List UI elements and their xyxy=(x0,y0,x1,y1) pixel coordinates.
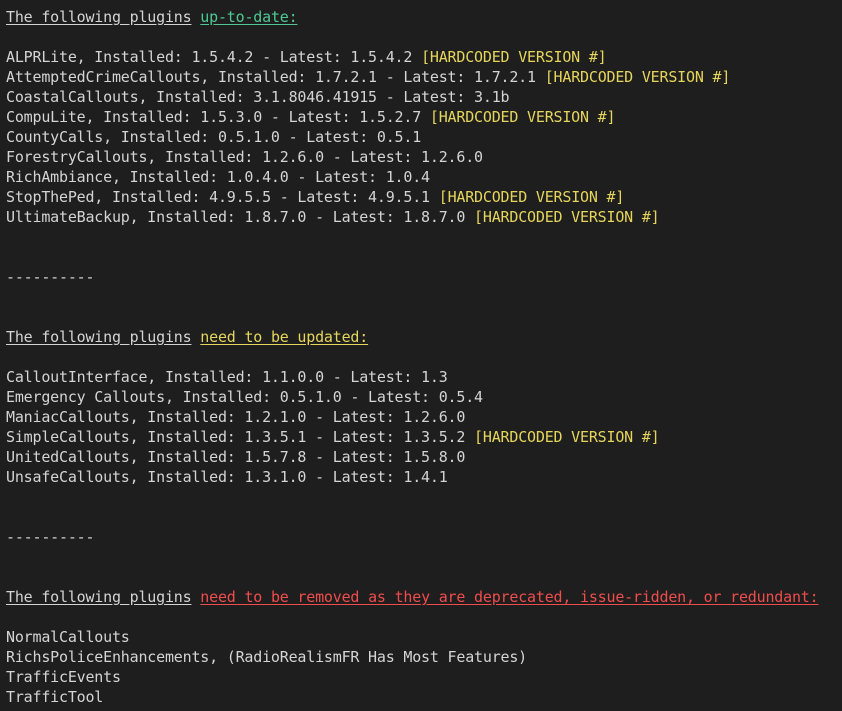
plugin-line: NormalCallouts xyxy=(6,627,842,647)
plugin-line: Emergency Callouts, Installed: 0.5.1.0 -… xyxy=(6,387,842,407)
plugin-list-up-to-date: ALPRLite, Installed: 1.5.4.2 - Latest: 1… xyxy=(6,47,842,227)
plugin-text: CompuLite, Installed: 1.5.3.0 - Latest: … xyxy=(6,108,422,126)
plugin-text: RichAmbiance, Installed: 1.0.4.0 - Lates… xyxy=(6,168,430,186)
plugin-text: UltimateBackup, Installed: 1.8.7.0 - Lat… xyxy=(6,208,466,226)
plugin-line: UnsafeCallouts, Installed: 1.3.1.0 - Lat… xyxy=(6,467,842,487)
plugin-text: StopThePed, Installed: 4.9.5.5 - Latest:… xyxy=(6,188,430,206)
hardcoded-version-tag: [HARDCODED VERSION #] xyxy=(438,188,625,206)
plugin-list-remove: NormalCallouts RichsPoliceEnhancements, (… xyxy=(6,627,842,707)
plugin-list-need-update: CalloutInterface, Installed: 1.1.0.0 - L… xyxy=(6,367,842,487)
plugin-line: ManiacCallouts, Installed: 1.2.1.0 - Lat… xyxy=(6,407,842,427)
plugin-text: Emergency Callouts, Installed: 0.5.1.0 -… xyxy=(6,388,483,406)
plugin-text: CoastalCallouts, Installed: 3.1.8046.419… xyxy=(6,88,510,106)
heading-prefix: The following plugins xyxy=(6,328,192,346)
plugin-text: AttemptedCrimeCallouts, Installed: 1.7.2… xyxy=(6,68,536,86)
plugin-line: CalloutInterface, Installed: 1.1.0.0 - L… xyxy=(6,367,842,387)
plugin-line: ALPRLite, Installed: 1.5.4.2 - Latest: 1… xyxy=(6,47,842,67)
plugin-line: UltimateBackup, Installed: 1.8.7.0 - Lat… xyxy=(6,207,842,227)
separator: ---------- xyxy=(6,268,95,286)
hardcoded-version-tag: [HARDCODED VERSION #] xyxy=(544,68,731,86)
plugin-line: RichsPoliceEnhancements, (RadioRealismFR… xyxy=(6,647,842,667)
plugin-line: StopThePed, Installed: 4.9.5.5 - Latest:… xyxy=(6,187,842,207)
plugin-line: SimpleCallouts, Installed: 1.3.5.1 - Lat… xyxy=(6,427,842,447)
plugin-line: CompuLite, Installed: 1.5.3.0 - Latest: … xyxy=(6,107,842,127)
plugin-line: AttemptedCrimeCallouts, Installed: 1.7.2… xyxy=(6,67,842,87)
plugin-text: UnsafeCallouts, Installed: 1.3.1.0 - Lat… xyxy=(6,468,448,486)
heading-highlight-remove: need to be removed as they are deprecate… xyxy=(200,588,819,606)
plugin-text: NormalCallouts xyxy=(6,628,130,646)
plugin-text: UnitedCallouts, Installed: 1.5.7.8 - Lat… xyxy=(6,448,466,466)
plugin-line: CoastalCallouts, Installed: 3.1.8046.419… xyxy=(6,87,842,107)
heading-prefix: The following plugins xyxy=(6,8,192,26)
plugin-line: CountyCalls, Installed: 0.5.1.0 - Latest… xyxy=(6,127,842,147)
plugin-line: RichAmbiance, Installed: 1.0.4.0 - Lates… xyxy=(6,167,842,187)
plugin-text: RichsPoliceEnhancements, (RadioRealismFR… xyxy=(6,648,528,666)
heading-up-to-date: The following plugins up-to-date: xyxy=(6,7,842,27)
plugin-text: TrafficTool xyxy=(6,688,104,706)
plugin-line: ForestryCallouts, Installed: 1.2.6.0 - L… xyxy=(6,147,842,167)
heading-prefix: The following plugins xyxy=(6,588,192,606)
plugin-text: CountyCalls, Installed: 0.5.1.0 - Latest… xyxy=(6,128,422,146)
output-log: The following plugins up-to-date: ALPRLi… xyxy=(6,7,842,707)
heading-need-update: The following plugins need to be updated… xyxy=(6,327,842,347)
plugin-line: TrafficTool xyxy=(6,687,842,707)
separator: ---------- xyxy=(6,528,95,546)
plugin-text: ALPRLite, Installed: 1.5.4.2 - Latest: 1… xyxy=(6,48,413,66)
hardcoded-version-tag: [HARDCODED VERSION #] xyxy=(474,208,660,226)
plugin-text: ForestryCallouts, Installed: 1.2.6.0 - L… xyxy=(6,148,483,166)
plugin-text: TrafficEvents xyxy=(6,668,121,686)
plugin-text: SimpleCallouts, Installed: 1.3.5.1 - Lat… xyxy=(6,428,466,446)
plugin-line: UnitedCallouts, Installed: 1.5.7.8 - Lat… xyxy=(6,447,842,467)
heading-highlight-need-update: need to be updated: xyxy=(200,328,369,346)
heading-highlight-up-to-date: up-to-date: xyxy=(200,8,298,26)
heading-remove: The following plugins need to be removed… xyxy=(6,587,842,607)
plugin-text: ManiacCallouts, Installed: 1.2.1.0 - Lat… xyxy=(6,408,466,426)
plugin-line: TrafficEvents xyxy=(6,667,842,687)
plugin-text: CalloutInterface, Installed: 1.1.0.0 - L… xyxy=(6,368,448,386)
hardcoded-version-tag: [HARDCODED VERSION #] xyxy=(474,428,660,446)
hardcoded-version-tag: [HARDCODED VERSION #] xyxy=(429,108,616,126)
hardcoded-version-tag: [HARDCODED VERSION #] xyxy=(421,48,607,66)
